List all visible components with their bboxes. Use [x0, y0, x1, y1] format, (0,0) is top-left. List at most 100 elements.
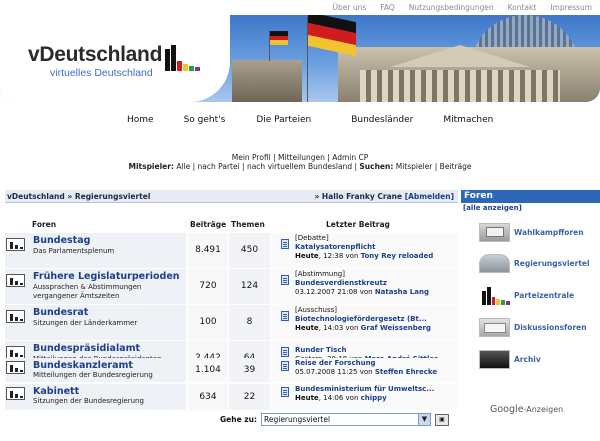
last-post: Bundesministerium für Umweltsc... Heute,…	[295, 385, 458, 403]
suchen-links[interactable]: Mitspieler | Beiträge	[396, 162, 472, 171]
post-time: , 14:03 von	[318, 323, 361, 332]
mitspieler-label: Mitspieler:	[128, 162, 174, 171]
logo-title: vDeutschland	[28, 43, 163, 66]
post-document-icon	[281, 275, 289, 285]
header-banner: vDeutschland virtuelles Deutschland	[0, 15, 600, 102]
forum-description: Sitzungen der Länderkammer	[33, 319, 138, 327]
post-author[interactable]: Tony Rey reloaded	[361, 252, 434, 260]
nav-mitmachen[interactable]: Mitmachen	[443, 115, 493, 125]
breadcrumb-separator: »	[67, 192, 73, 201]
header-themen: Themen	[231, 220, 265, 229]
post-time: 21:08 von	[335, 287, 375, 296]
goto-forum: Gehe zu: Regierungsviertel ▼ ▣	[220, 413, 449, 426]
forum-posts-count: 100	[188, 305, 228, 340]
party-bars-icon	[479, 286, 510, 305]
goto-label: Gehe zu:	[220, 415, 257, 424]
logo-bars-icon	[165, 45, 200, 71]
post-title[interactable]: Reise der Forschung	[295, 359, 458, 368]
breadcrumb-root[interactable]: vDeutschland	[7, 192, 65, 201]
last-post: [Debatte] Katalysatorenpflicht Heute, 12…	[295, 234, 458, 260]
forum-threads-count: 39	[229, 358, 270, 382]
sidebar-item-label: Parteizentrale	[514, 291, 575, 300]
goto-go-button[interactable]: ▣	[434, 413, 449, 426]
post-document-icon	[281, 387, 289, 397]
post-day: Heute	[295, 251, 319, 260]
top-utility-bar: Über uns FAQ Nutzungsbedingungen Kontakt…	[0, 0, 600, 15]
forum-row: Bundestag Das Parlamentsplenum 8.491 450…	[5, 233, 458, 268]
post-title[interactable]: Biotechnologiefördergesetz (Bt...	[295, 315, 458, 324]
forum-title[interactable]: Kabinett	[33, 386, 79, 397]
reichstag-columns	[360, 70, 560, 102]
link-ueber-uns[interactable]: Über uns	[333, 3, 367, 12]
header-foren: Foren	[32, 220, 57, 229]
forum-title[interactable]: Frühere Legislaturperioden	[33, 271, 180, 282]
forum-status-icon	[6, 361, 25, 374]
post-title[interactable]: Runder Tisch	[295, 346, 458, 355]
post-title[interactable]: Katalysatorenpflicht	[295, 243, 458, 252]
site-logo[interactable]: vDeutschland virtuelles Deutschland	[28, 43, 200, 79]
last-post: [Abstimmung] Bundesverdienstkreutz 03.12…	[295, 270, 458, 296]
sidebar-item-label: Diskussionsforen	[514, 323, 587, 332]
goto-selected-value: Regierungsviertel	[263, 415, 331, 424]
forum-status-icon	[6, 310, 25, 323]
link-faq[interactable]: FAQ	[380, 3, 395, 12]
link-nutzungsbedingungen[interactable]: Nutzungsbedingungen	[409, 3, 494, 12]
forum-table-header: Foren Beiträge Themen Letzter Beitrag	[5, 216, 458, 232]
main-nav: Home So geht's Die Parteien Bundesländer…	[127, 115, 493, 125]
top-links: Über uns FAQ Nutzungsbedingungen Kontakt…	[333, 3, 592, 12]
header-beitraege: Beiträge	[190, 220, 227, 229]
link-impressum[interactable]: Impressum	[550, 3, 592, 12]
post-prefix: [Abstimmung]	[295, 270, 345, 278]
forum-description: Mitteilungen der Bundesregierung	[33, 371, 153, 379]
forum-title[interactable]: Bundestag	[33, 235, 90, 246]
archive-thumbnail-icon	[479, 350, 510, 369]
sidebar-item-label: Regierungsviertel	[514, 259, 590, 268]
post-day: Heute	[295, 393, 319, 402]
post-author[interactable]: chippy	[361, 394, 387, 402]
post-document-icon	[281, 239, 289, 249]
nav-home[interactable]: Home	[127, 115, 154, 125]
user-menu-links[interactable]: Mein Profil | Mitteilungen | Admin CP	[0, 153, 600, 162]
logout-link[interactable]: [Abmelden]	[405, 192, 454, 201]
post-author[interactable]: Steffen Ehrecke	[375, 368, 437, 376]
google-ads-suffix: -Anzeigen	[523, 405, 564, 414]
goto-select[interactable]: Regierungsviertel ▼	[260, 413, 431, 426]
post-title[interactable]: Bundesministerium für Umweltsc...	[295, 385, 458, 394]
player-search-links: Mitspieler: Alle | nach Partei | nach vi…	[0, 162, 600, 171]
post-day: Heute	[295, 323, 319, 332]
forum-threads-count: 450	[229, 233, 270, 268]
forum-status-icon	[6, 238, 25, 251]
mitspieler-links[interactable]: Alle | nach Partei | nach virtuellem Bun…	[176, 162, 357, 171]
forum-title[interactable]: Bundesrat	[33, 307, 88, 318]
sidebar-show-all-link[interactable]: [alle anzeigen]	[461, 204, 600, 212]
link-kontakt[interactable]: Kontakt	[508, 3, 537, 12]
sidebar-item-diskussionsforen[interactable]: Diskussionsforen	[479, 318, 587, 337]
last-post: Reise der Forschung 05.07.2008 11:25 von…	[295, 359, 458, 377]
post-prefix: [Ausschuss]	[295, 306, 337, 314]
reichstag-tower	[232, 60, 302, 102]
nav-bundeslaender[interactable]: Bundesländer	[351, 115, 413, 125]
post-day: 03.12.2007	[295, 287, 336, 296]
breadcrumb-current: Regierungsviertel	[74, 192, 151, 201]
post-author[interactable]: Graf Weissenberg	[361, 324, 431, 332]
post-title[interactable]: Bundesverdienstkreutz	[295, 279, 458, 288]
google-logo: Google	[490, 404, 524, 415]
nav-die-parteien[interactable]: Die Parteien	[256, 115, 311, 125]
forum-title[interactable]: Bundeskanzleramt	[33, 360, 133, 371]
forum-description: Das Parlamentsplenum	[33, 247, 115, 255]
forum-title[interactable]: Bundespräsidialamt	[33, 343, 140, 354]
sidebar-item-wahlkampfforen[interactable]: Wahlkampfforen	[479, 223, 584, 242]
forum-status-icon	[6, 274, 25, 287]
sidebar-item-regierungsviertel[interactable]: Regierungsviertel	[479, 254, 590, 273]
suchen-label: Suchen:	[359, 162, 394, 171]
google-ads-label[interactable]: Google-Anzeigen	[490, 404, 563, 415]
sidebar-item-parteizentrale[interactable]: Parteizentrale	[479, 286, 574, 305]
post-prefix: [Debatte]	[295, 234, 329, 242]
post-author[interactable]: Natasha Lang	[375, 288, 429, 296]
chevron-down-icon[interactable]: ▼	[417, 414, 430, 425]
nav-so-gehts[interactable]: So geht's	[184, 115, 226, 125]
sidebar-item-archiv[interactable]: Archiv	[479, 350, 541, 369]
forum-posts-count: 720	[188, 269, 228, 304]
user-greeting: » Hallo Franky Crane [Abmelden]	[314, 190, 454, 203]
forum-row: Bundeskanzleramt Mitteilungen der Bundes…	[5, 358, 458, 382]
